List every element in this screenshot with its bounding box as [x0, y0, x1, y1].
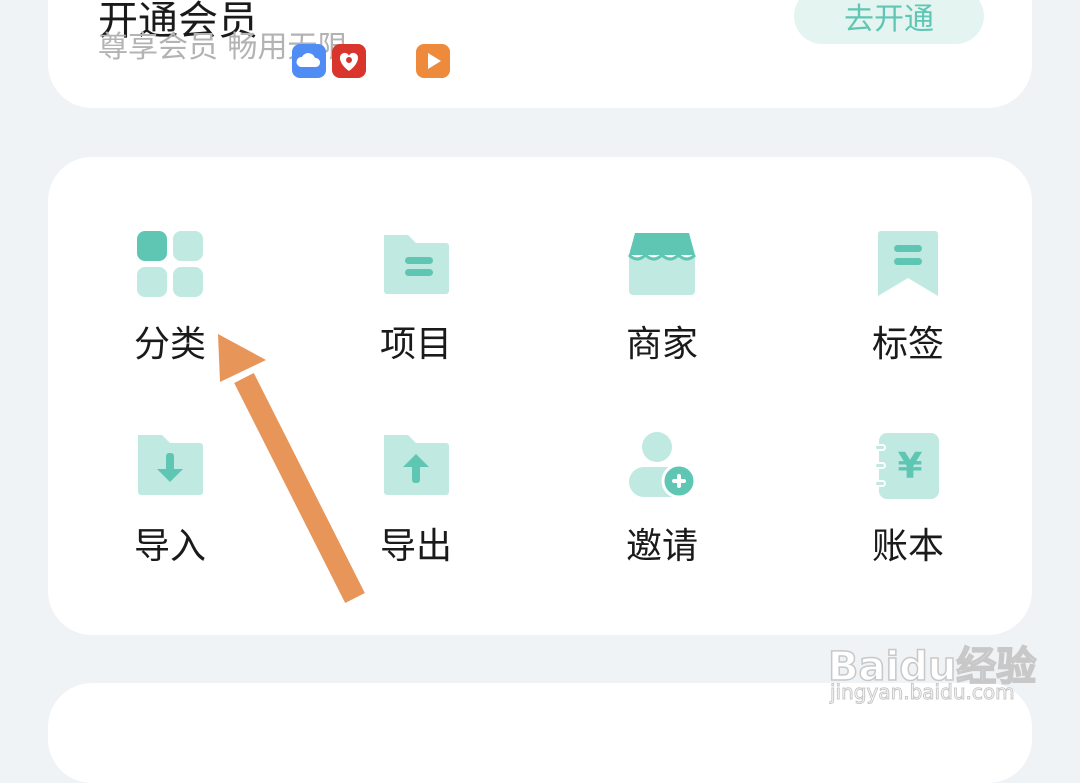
menu-label: 邀请 — [625, 526, 698, 567]
cloud-app-icon — [292, 44, 326, 78]
menu-item-export[interactable]: 导出 — [316, 431, 516, 569]
invite-user-icon — [627, 431, 697, 501]
menu-item-import[interactable]: 导入 — [70, 431, 270, 569]
menu-item-ledger[interactable]: ¥ 账本 — [808, 431, 1008, 569]
import-folder-icon — [135, 431, 205, 501]
heart-app-icon — [332, 44, 366, 78]
baidu-watermark: Baidu经验 jingyan.baidu.com — [827, 614, 1037, 705]
open-membership-button[interactable]: 去开通 — [794, 0, 984, 44]
menu-item-invite[interactable]: 邀请 — [562, 431, 762, 569]
menu-label: 账本 — [871, 526, 944, 567]
menu-label: 项目 — [379, 324, 452, 365]
menu-label: 分类 — [133, 324, 206, 365]
menu-item-category[interactable]: 分类 — [70, 229, 270, 367]
svg-text:¥: ¥ — [897, 446, 922, 487]
tools-menu-card: 分类 项目 商家 标签 导入 导出 邀请 ¥ 账本 — [48, 157, 1032, 635]
menu-item-merchant[interactable]: 商家 — [562, 229, 762, 367]
project-folder-icon — [381, 229, 451, 299]
menu-label: 标签 — [871, 324, 944, 365]
ledger-book-icon: ¥ — [873, 431, 943, 501]
watermark-url: jingyan.baidu.com — [830, 680, 1016, 705]
export-folder-icon — [381, 431, 451, 501]
bookmark-tag-icon — [873, 229, 943, 299]
menu-label: 导入 — [133, 526, 206, 567]
play-app-icon — [416, 44, 450, 78]
menu-item-project[interactable]: 项目 — [316, 229, 516, 367]
menu-label: 商家 — [625, 324, 698, 365]
store-icon — [627, 229, 697, 299]
category-grid-icon — [135, 229, 205, 299]
menu-label: 导出 — [379, 526, 452, 567]
membership-card: 开通会员 尊享会员 畅用无限 去开通 — [48, 0, 1032, 108]
menu-item-tag[interactable]: 标签 — [808, 229, 1008, 367]
